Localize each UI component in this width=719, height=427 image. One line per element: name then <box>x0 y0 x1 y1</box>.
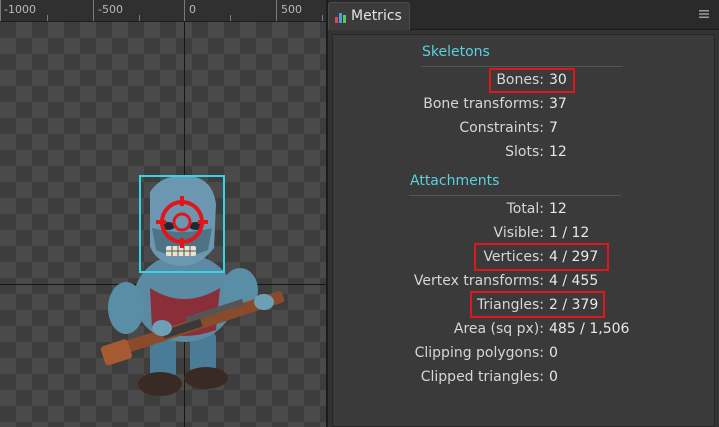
metric-row-clipped-triangles: Clipped triangles: 0 <box>333 369 716 389</box>
viewport[interactable]: -1000 -500 0 500 <box>0 0 326 427</box>
metric-label: Vertex transforms: <box>413 273 544 289</box>
bar-chart-icon <box>335 13 346 23</box>
metric-value: 12 <box>549 144 567 160</box>
tab-bar: Metrics <box>328 0 719 30</box>
metric-value: 4 / 455 <box>549 273 599 289</box>
highlight-box-bones <box>489 68 575 93</box>
metric-row-slots: Slots: 12 <box>333 144 716 164</box>
ruler-label: -500 <box>98 3 123 16</box>
ruler-tick <box>47 15 48 21</box>
metric-row-vertex-transforms: Vertex transforms: 4 / 455 <box>333 273 716 293</box>
metric-value: 37 <box>549 96 567 112</box>
metric-row-total: Total: 12 <box>333 201 716 221</box>
ruler-tick <box>184 0 185 21</box>
ruler-label: 0 <box>189 3 196 16</box>
metric-label: Bone transforms: <box>423 96 544 112</box>
metric-label: Clipped triangles: <box>420 369 544 385</box>
tab-metrics[interactable]: Metrics <box>328 2 410 30</box>
ruler-label: 500 <box>281 3 302 16</box>
section-divider <box>421 66 623 67</box>
hamburger-menu-icon[interactable] <box>699 9 709 19</box>
metric-row-constraints: Constraints: 7 <box>333 120 716 140</box>
attachments-heading: Attachments <box>410 173 500 189</box>
metric-value: 7 <box>549 120 558 136</box>
ruler-tick <box>0 0 1 21</box>
metric-label: Total: <box>506 201 544 217</box>
metric-row-visible: Visible: 1 / 12 <box>333 225 716 245</box>
metric-row-area: Area (sq px): 485 / 1,506 <box>333 321 716 341</box>
ruler-tick <box>139 15 140 21</box>
highlight-box-triangles <box>470 291 605 318</box>
highlight-box-vertices <box>474 243 609 271</box>
tab-label: Metrics <box>351 8 402 24</box>
metric-label: Clipping polygons: <box>414 345 544 361</box>
section-divider <box>409 195 621 196</box>
skeletons-heading: Skeletons <box>422 44 490 60</box>
metric-value: 485 / 1,506 <box>549 321 630 337</box>
ruler-tick <box>230 15 231 21</box>
metric-label: Visible: <box>493 225 544 241</box>
metrics-panel: Metrics Skeletons Bones: 30 Bone transfo… <box>328 0 719 427</box>
metric-value: 12 <box>549 201 567 217</box>
metric-value: 0 <box>549 345 558 361</box>
metric-label: Slots: <box>505 144 544 160</box>
character-skeleton[interactable] <box>90 170 290 410</box>
metric-value: 0 <box>549 369 558 385</box>
metric-row-clipping-polygons: Clipping polygons: 0 <box>333 345 716 365</box>
metric-label: Area (sq px): <box>453 321 544 337</box>
metric-value: 1 / 12 <box>549 225 590 241</box>
ruler-tick <box>276 0 277 21</box>
metric-label: Constraints: <box>459 120 544 136</box>
metric-row-bone-transforms: Bone transforms: 37 <box>333 96 716 116</box>
ruler-tick <box>322 15 323 21</box>
editor-canvas[interactable] <box>0 22 326 427</box>
ruler-tick <box>93 0 94 21</box>
ruler-label: -1000 <box>4 3 36 16</box>
horizontal-ruler: -1000 -500 0 500 <box>0 0 326 22</box>
